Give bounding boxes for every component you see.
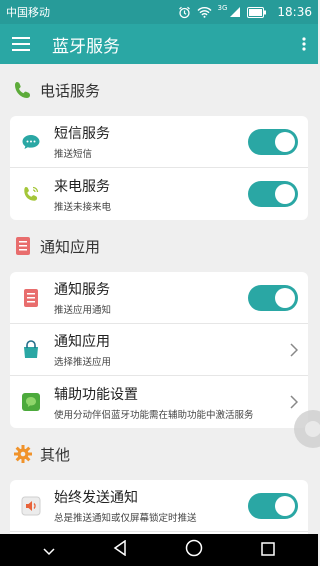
clock: 18:36 [277,5,312,19]
home-button[interactable] [185,539,203,561]
section-card-notification: 通知服务 推送应用通知 通知应用 选择推送应用 辅助功能设置 使用分动伴侣蓝牙功… [10,272,308,428]
section-card-phone: 短信服务 推送短信 来电服务 推送未接来电 [10,116,308,220]
chevron-right-icon [280,395,298,409]
setting-row-notification-apps[interactable]: 通知应用 选择推送应用 [10,324,308,376]
setting-row-accessibility[interactable]: 辅助功能设置 使用分动伴侣蓝牙功能需在辅助功能中激活服务 [10,376,308,428]
setting-subtitle: 推送应用通知 [54,305,112,316]
always-send-toggle[interactable] [248,492,298,519]
section-title: 电话服务 [40,81,101,100]
hamburger-icon [12,37,30,51]
sms-toggle[interactable] [248,128,298,155]
app-bar: 蓝牙服务 [0,24,318,64]
accessibility-icon [18,389,44,415]
setting-title: 辅助功能设置 [54,386,138,403]
home-circle-icon [185,539,203,557]
setting-row-always-send[interactable]: 始终发送通知 总是推送通知或仅屏幕锁定时推送 [10,480,308,532]
setting-row-notification-service[interactable]: 通知服务 推送应用通知 [10,272,308,324]
carrier-label: 中国移动 [6,6,50,19]
bag-icon [18,337,44,363]
setting-row-sms[interactable]: 短信服务 推送短信 [10,116,308,168]
setting-subtitle: 总是推送通知或仅屏幕锁定时推送 [54,513,197,524]
setting-subtitle: 推送未接来电 [54,201,112,213]
setting-title: 短信服务 [54,126,110,142]
setting-title: 通知应用 [54,334,110,350]
section-header-other: 其他 [0,428,318,480]
volume-icon [18,493,44,519]
battery-icon [247,6,267,18]
chevron-right-icon [280,342,298,357]
overflow-menu-button[interactable] [290,24,318,64]
notification-icon [12,235,34,257]
section-title: 其他 [40,445,71,464]
toggle-knob [275,184,295,204]
sms-icon [18,129,44,155]
notification-service-toggle[interactable] [248,284,298,311]
network-type-label: 3G [217,4,228,12]
hide-nav-button[interactable] [43,541,55,560]
recents-square-icon [261,541,275,556]
toggle-knob [275,495,295,516]
chevron-down-icon [43,547,55,555]
system-nav-bar [0,534,318,566]
setting-subtitle: 使用分动伴侣蓝牙功能需在辅助功能中激活服务 [54,409,254,421]
wifi-icon [197,7,212,18]
section-header-phone: 电话服务 [0,64,318,116]
toggle-knob [275,131,295,152]
status-bar: 中国移动 3G 18:36 [0,0,318,24]
recents-button[interactable] [261,541,275,560]
phone-icon [12,79,34,101]
settings-list[interactable]: 电话服务 短信服务 推送短信 来电服务 推送未接来电 通知应用 通知服务 推送应… [0,64,318,534]
call-toggle[interactable] [248,181,298,207]
menu-button[interactable] [0,24,42,64]
signal-icon [230,7,241,17]
notification-service-icon [18,285,44,311]
back-button[interactable] [113,539,127,560]
toggle-knob [275,287,295,308]
section-title: 通知应用 [40,237,101,256]
back-triangle-icon [113,539,126,557]
setting-title: 通知服务 [54,282,110,298]
more-vert-icon [302,37,306,51]
call-icon [18,181,44,207]
section-card-other: 始终发送通知 总是推送通知或仅屏幕锁定时推送 [10,480,308,534]
setting-title: 来电服务 [54,178,110,195]
page-title: 蓝牙服务 [52,36,120,57]
setting-row-call[interactable]: 来电服务 推送未接来电 [10,168,308,220]
section-header-notification: 通知应用 [0,220,318,272]
setting-title: 始终发送通知 [54,490,138,506]
setting-subtitle: 推送短信 [54,149,93,160]
setting-subtitle: 选择推送应用 [54,357,112,368]
alarm-icon [178,6,190,18]
gear-icon [12,443,34,465]
